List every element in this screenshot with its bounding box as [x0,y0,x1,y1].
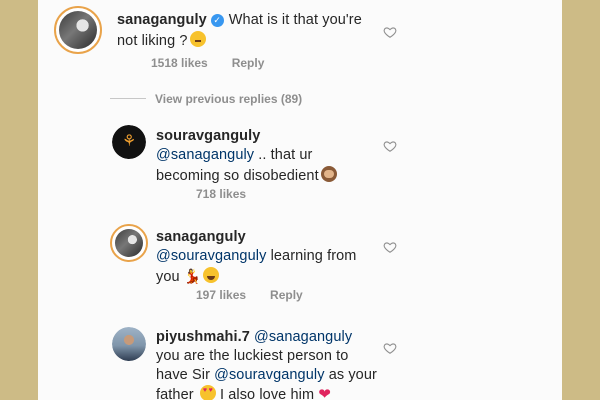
thinking-face-icon [189,31,206,47]
heart-outline-icon[interactable] [383,139,397,153]
avatar-piyushmahi[interactable] [112,327,146,361]
view-previous-replies-button[interactable]: View previous replies (89) [155,92,302,106]
profile-photo [59,11,97,49]
comment-text-4-line3: have Sir @souravganguly as your [156,367,377,383]
heart-eyes-face-icon [199,385,216,400]
comment-text-1: sanaganguly ✓ What is it that you're [117,12,362,28]
comment-meta-1: 1518 likes Reply [151,56,264,70]
comment-text-1-line2: not liking ? [117,31,206,49]
comment-body: I also love him [215,387,315,400]
comment-text-4-line1: piyushmahi.7 @sanaganguly [156,329,352,345]
mention-link[interactable]: @souravganguly [214,367,324,383]
comment-text-4-line2: you are the luckiest person to [156,348,348,364]
avatar-sanaganguly[interactable] [54,6,102,54]
profile-photo: ⚘ [112,125,146,159]
username[interactable]: sanaganguly [117,12,207,28]
divider [110,98,146,99]
avatar-souravganguly[interactable]: ⚘ [112,125,146,159]
mention-link[interactable]: @sanaganguly [254,329,352,345]
comment-body: you are the luckiest person to [156,348,349,364]
comment-body: as your [324,367,377,383]
laughing-face-icon [203,267,220,283]
comment-body: you [156,269,180,285]
comment-text-2-username: souravganguly [156,128,260,144]
comment-body: have Sir [156,367,215,383]
heart-outline-icon[interactable] [383,341,397,355]
logo-figure-icon: ⚘ [121,133,137,150]
comments-panel: sanaganguly ✓ What is it that you're not l… [38,0,562,400]
comment-text-2-line2: becoming so disobedient [156,166,337,184]
comment-text-3-line1: @souravganguly learning from [156,248,357,264]
comment-text-2-line1: @sanaganguly .. that ur [156,147,312,163]
mention-link[interactable]: @sanaganguly [156,147,254,163]
comment-body: .. that ur [254,147,313,163]
comment-body: becoming so disobedient [156,168,319,184]
like-count[interactable]: 1518 likes [151,56,208,70]
heart-outline-icon[interactable] [383,25,397,39]
mention-link[interactable]: @souravganguly [156,248,266,264]
comment-body: learning from [266,248,357,264]
comment-text-4-line4: father I also love him ❤ [156,385,331,400]
reply-button[interactable]: Reply [232,56,265,70]
like-count[interactable]: 718 likes [196,187,246,201]
comment-text-3-username: sanaganguly [156,229,246,245]
like-count[interactable]: 197 likes [196,288,246,302]
avatar-sanaganguly[interactable] [110,224,148,262]
dancer-icon: 💃 [183,268,202,284]
comment-text-3-line2: you 💃 [156,267,220,285]
profile-photo [115,229,143,257]
heart-outline-icon[interactable] [383,240,397,254]
username[interactable]: piyushmahi.7 [156,329,250,345]
comment-meta-2: 718 likes [196,187,246,201]
verified-badge-icon: ✓ [210,14,224,27]
comment-body: What is it that you're [228,12,362,28]
username[interactable]: sanaganguly [156,229,246,245]
red-heart-icon: ❤ [318,386,331,400]
comment-body: not liking ? [117,33,188,49]
comment-meta-3: 197 likes Reply [196,288,303,302]
comment-body: father [156,387,194,400]
reply-button[interactable]: Reply [270,288,303,302]
username[interactable]: souravganguly [156,128,260,144]
profile-photo [112,327,146,361]
see-no-evil-monkey-icon [320,166,337,182]
